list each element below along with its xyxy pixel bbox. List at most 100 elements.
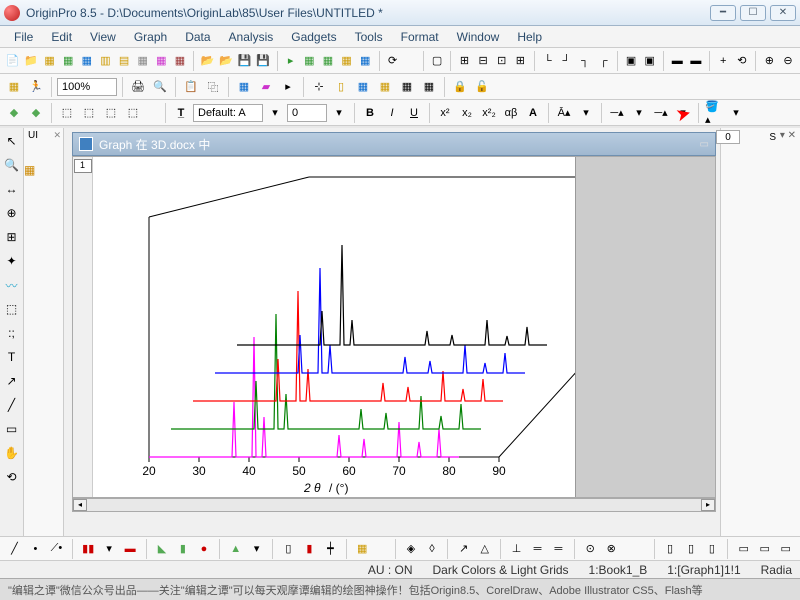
- menu-data[interactable]: Data: [177, 28, 218, 46]
- menu-analysis[interactable]: Analysis: [221, 28, 282, 46]
- copy-page-icon[interactable]: 📋: [181, 77, 201, 97]
- surface-icon[interactable]: ◊: [423, 539, 440, 559]
- zoom-combo[interactable]: [57, 78, 117, 96]
- font-size-combo[interactable]: [287, 104, 327, 122]
- right-panel-close-icon[interactable]: ▾ ✕: [780, 130, 796, 141]
- align-b-icon[interactable]: ▭: [777, 539, 794, 559]
- matlab-icon[interactable]: ▦: [419, 77, 439, 97]
- font-decrease-icon[interactable]: ▾: [576, 103, 596, 123]
- add-column-icon[interactable]: ▯: [331, 77, 351, 97]
- recalculate-icon[interactable]: ⟳: [384, 51, 401, 71]
- region-tool-icon[interactable]: :;: [3, 324, 21, 342]
- 3d-plot-icon[interactable]: ▲: [227, 539, 244, 559]
- align-l-icon[interactable]: ▯: [662, 539, 679, 559]
- new-color-icon[interactable]: ▬: [669, 51, 686, 71]
- hist-plot-icon[interactable]: ▮: [301, 539, 318, 559]
- menu-tools[interactable]: Tools: [347, 28, 391, 46]
- mask4-icon[interactable]: ⬚: [123, 103, 143, 123]
- add-plot-icon[interactable]: +: [715, 51, 732, 71]
- mask3-icon[interactable]: ⬚: [101, 103, 121, 123]
- right-series-spin[interactable]: [716, 130, 740, 144]
- font-increase-icon[interactable]: Ā▴: [554, 103, 574, 123]
- bold-icon[interactable]: B: [360, 103, 380, 123]
- import-multi-icon[interactable]: ▦: [320, 51, 337, 71]
- font-a-icon[interactable]: A: [523, 103, 543, 123]
- slideshow-icon[interactable]: ▸: [278, 77, 298, 97]
- theme2-icon[interactable]: ◆: [26, 103, 46, 123]
- layer-merge-icon[interactable]: ⊞: [512, 51, 529, 71]
- menu-file[interactable]: File: [6, 28, 41, 46]
- results-log-icon[interactable]: 🏃: [26, 77, 46, 97]
- menu-format[interactable]: Format: [393, 28, 447, 46]
- layer-tab-1[interactable]: 1: [74, 159, 92, 173]
- minimize-button[interactable]: ━: [710, 5, 736, 21]
- stock-icon[interactable]: ⊥: [508, 539, 525, 559]
- layer-arrange-icon[interactable]: ⊞: [456, 51, 473, 71]
- linesymbol-icon[interactable]: ⟋•: [48, 539, 65, 559]
- import-wizard-icon[interactable]: ▸: [282, 51, 299, 71]
- digitize-icon[interactable]: ⊹: [309, 77, 329, 97]
- axis-t-icon[interactable]: ┐: [577, 51, 594, 71]
- plot-area[interactable]: 20304050607080902θ / (°): [93, 157, 575, 497]
- save-icon[interactable]: 💾: [236, 51, 253, 71]
- h-scrollbar[interactable]: ◂ ▸: [72, 498, 716, 512]
- supersub-icon[interactable]: x²₂: [479, 103, 499, 123]
- menu-window[interactable]: Window: [449, 28, 508, 46]
- new-matrix2-icon[interactable]: ▤: [116, 51, 133, 71]
- graph-titlebar[interactable]: Graph 在 3D.docx 中 ▭: [72, 132, 716, 156]
- print-preview-icon[interactable]: 🔍: [150, 77, 170, 97]
- transfer-icon[interactable]: ▰: [256, 77, 276, 97]
- script-window-icon[interactable]: ▦: [353, 77, 373, 97]
- palette-icon[interactable]: ▬: [688, 51, 705, 71]
- superscript-icon[interactable]: x²: [435, 103, 455, 123]
- new-folder-icon[interactable]: 📁: [23, 51, 40, 71]
- template-lib-icon[interactable]: ▦: [354, 539, 371, 559]
- line-tool-icon[interactable]: ╱: [3, 396, 21, 414]
- new-graph-icon[interactable]: ▦: [79, 51, 96, 71]
- menu-gadgets[interactable]: Gadgets: [283, 28, 344, 46]
- draw-data-icon[interactable]: 〰: [3, 276, 21, 294]
- font-combo[interactable]: [193, 104, 263, 122]
- code-builder-icon[interactable]: ▦: [234, 77, 254, 97]
- panel-item-icon[interactable]: ▦: [24, 163, 63, 177]
- reader-tool-icon[interactable]: ⊕: [3, 204, 21, 222]
- candlestick-icon[interactable]: ┿: [322, 539, 339, 559]
- align-c-icon[interactable]: ▯: [683, 539, 700, 559]
- smith-icon[interactable]: ⊗: [603, 539, 620, 559]
- new-layout-icon[interactable]: ▦: [153, 51, 170, 71]
- stack-plot-icon[interactable]: ▮: [174, 539, 191, 559]
- menu-help[interactable]: Help: [509, 28, 550, 46]
- graph-restore-icon[interactable]: ▭: [700, 139, 709, 150]
- layer-add-icon[interactable]: ⊡: [493, 51, 510, 71]
- multi2-icon[interactable]: ═: [550, 539, 567, 559]
- line2b-icon[interactable]: ▾: [673, 103, 693, 123]
- rotate-tool-icon[interactable]: ⟲: [3, 468, 21, 486]
- scroll-left-icon[interactable]: ◂: [73, 499, 87, 511]
- subscript-icon[interactable]: x₂: [457, 103, 477, 123]
- mask1-icon[interactable]: ⬚: [57, 103, 77, 123]
- zoom-in-tool-icon[interactable]: 🔍: [3, 156, 21, 174]
- anti-alias-icon[interactable]: ▢: [429, 51, 446, 71]
- theme1-icon[interactable]: ◆: [4, 103, 24, 123]
- rescale-tool-icon[interactable]: ↔: [3, 180, 21, 198]
- hand-tool-icon[interactable]: ✋: [3, 444, 21, 462]
- line1b-icon[interactable]: ▾: [629, 103, 649, 123]
- panel-close-icon[interactable]: ✕: [53, 130, 61, 141]
- close-button[interactable]: ✕: [770, 5, 796, 21]
- menu-view[interactable]: View: [82, 28, 124, 46]
- column-plot-icon[interactable]: ▮▮: [80, 539, 97, 559]
- align-t-icon[interactable]: ▭: [735, 539, 752, 559]
- scale-out-icon[interactable]: ⊖: [780, 51, 797, 71]
- multi1-icon[interactable]: ═: [529, 539, 546, 559]
- greek-icon[interactable]: αβ: [501, 103, 521, 123]
- mask-tool-icon[interactable]: ⬚: [3, 300, 21, 318]
- vector-icon[interactable]: ↗: [455, 539, 472, 559]
- pie-plot-icon[interactable]: ●: [195, 539, 212, 559]
- box-plot-icon[interactable]: ▯: [280, 539, 297, 559]
- line2-icon[interactable]: ─▴: [651, 103, 671, 123]
- labview-icon[interactable]: ▦: [397, 77, 417, 97]
- lock-icon[interactable]: 🔒: [450, 77, 470, 97]
- underline-icon[interactable]: U: [404, 103, 424, 123]
- contour-icon[interactable]: ◈: [403, 539, 420, 559]
- layer-extract-icon[interactable]: ⊟: [475, 51, 492, 71]
